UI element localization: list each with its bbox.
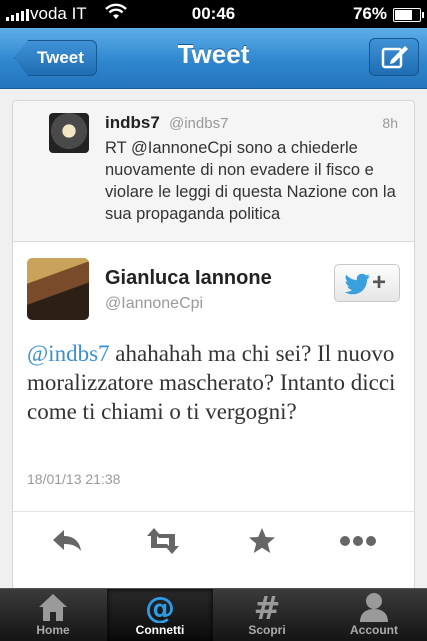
tab-label: Scopri	[248, 623, 286, 637]
tab-label: Connetti	[135, 623, 185, 637]
compose-button[interactable]	[369, 38, 419, 76]
tab-bar: Home @ Connetti # Scopri Account	[0, 588, 427, 641]
quoted-tweet-text: RT @IannoneCpi sono a chiederle nuovamen…	[105, 139, 396, 223]
tab-home[interactable]: Home	[0, 589, 106, 641]
follow-button[interactable]: +	[334, 264, 400, 302]
svg-text:#: #	[254, 591, 281, 623]
home-icon	[39, 594, 67, 621]
author-name: Gianluca Iannone	[105, 267, 272, 289]
battery-icon	[393, 8, 424, 22]
quoted-avatar[interactable]	[49, 113, 89, 153]
compose-icon	[381, 46, 408, 69]
tab-label: Account	[350, 623, 398, 637]
navigation-bar: Tweet Tweet	[0, 28, 427, 89]
reply-icon	[53, 530, 81, 551]
favorite-button[interactable]	[242, 526, 282, 558]
tab-connetti[interactable]: @ Connetti	[107, 589, 213, 641]
battery-percentage: 76%	[352, 4, 387, 23]
status-bar: voda IT 00:46 76%	[0, 0, 427, 28]
hash-icon: #	[254, 589, 281, 627]
tweet-text: @indbs7 ahahahah ma chi sei? Il nuovo mo…	[27, 339, 407, 426]
quoted-author-name: indbs7	[105, 113, 160, 132]
svg-text:@: @	[145, 591, 175, 623]
quoted-author-handle: @indbs7	[169, 115, 229, 132]
quoted-timestamp: 8h	[382, 115, 398, 131]
author-handle: @IannoneCpi	[105, 295, 204, 312]
favorite-icon	[249, 528, 275, 553]
reply-button[interactable]	[47, 526, 87, 558]
in-reply-to-tweet[interactable]: indbs7 @indbs7 8h RT @IannoneCpi sono a …	[13, 101, 414, 242]
more-button[interactable]	[338, 526, 378, 558]
tweet-timestamp: 18/01/13 21:38	[27, 471, 121, 487]
plus-icon: +	[372, 269, 387, 296]
retweet-icon	[147, 528, 179, 554]
tab-label: Home	[36, 623, 70, 637]
page-title: Tweet	[177, 39, 250, 69]
twitter-bird-icon	[345, 273, 370, 295]
author-avatar[interactable]	[27, 258, 89, 320]
at-icon: @	[145, 591, 175, 626]
mention-link[interactable]: @indbs7	[27, 341, 110, 366]
retweet-button[interactable]	[143, 526, 183, 558]
tab-account[interactable]: Account	[321, 589, 427, 641]
more-icon	[340, 536, 376, 546]
divider	[13, 511, 414, 512]
account-icon	[360, 593, 388, 622]
tab-scopri[interactable]: # Scopri	[214, 589, 320, 641]
tweet-detail-card: indbs7 @indbs7 8h RT @IannoneCpi sono a …	[12, 100, 415, 590]
